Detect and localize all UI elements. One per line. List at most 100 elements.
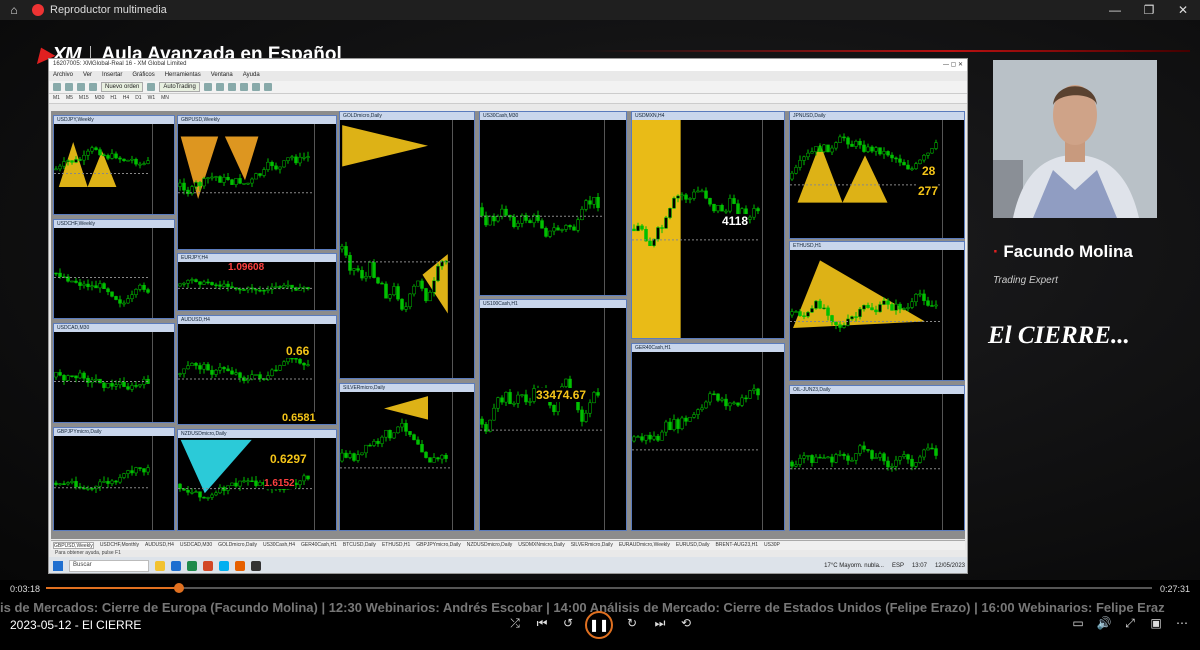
shuffle-icon[interactable]: ⤮ (505, 616, 525, 631)
chart-tab[interactable]: US30Cash,H4 (263, 542, 295, 549)
menu-ayuda[interactable]: Ayuda (243, 72, 260, 80)
menu-ver[interactable]: Ver (83, 72, 92, 80)
tf-m1[interactable]: M1 (53, 95, 60, 102)
explorer-icon[interactable] (155, 561, 165, 571)
menu-insertar[interactable]: Insertar (102, 72, 122, 80)
menu-graficos[interactable]: Gráficos (132, 72, 154, 80)
chart-tab[interactable]: BRENT-AUG23,H1 (716, 542, 759, 549)
seek-bar[interactable] (46, 583, 1152, 593)
chart-window[interactable]: SILVERmicro,Daily (339, 383, 475, 531)
chart-window[interactable]: USDMXN,H4 4118 (631, 111, 785, 339)
autotrading-button[interactable]: AutoTrading (159, 82, 200, 92)
candle-body (748, 216, 752, 220)
chart-window[interactable]: GER40Cash,H1 (631, 343, 785, 531)
bar-chart-icon[interactable] (203, 83, 212, 91)
weather-widget[interactable]: 17°C Mayorm. nubla... (824, 563, 884, 569)
new-order-button[interactable]: Nuevo orden (101, 82, 144, 92)
taskbar-search[interactable]: Buscar (69, 560, 149, 572)
chart-window[interactable]: OIL-JUN23,Daily (789, 385, 965, 531)
chart-window[interactable]: JPNUSD,Daily 28 277 (789, 111, 965, 239)
tf-m5[interactable]: M5 (66, 95, 73, 102)
chart-tab[interactable]: GBPJPYmicro,Daily (416, 542, 460, 549)
chart-window[interactable]: GBPUSD,Weekly (177, 115, 337, 250)
chart-tab[interactable]: EURUSD,Daily (676, 542, 710, 549)
line-chart-icon[interactable] (227, 83, 236, 91)
profiles-icon[interactable] (65, 83, 73, 91)
firefox-icon[interactable] (235, 561, 245, 571)
repeat-icon[interactable]: ⟲ (676, 616, 696, 630)
chart-window[interactable]: NZDUSDmicro,Daily 0.6297 1.6152 (177, 429, 337, 531)
chart-window[interactable]: GBPJPYmicro,Daily (53, 427, 175, 531)
candlestick-plot (178, 439, 312, 502)
candle-chart-icon[interactable] (215, 83, 224, 91)
tf-h1[interactable]: H1 (110, 95, 116, 102)
chart-window[interactable]: ETHUSD,H1 (789, 241, 965, 381)
zoom-out-icon[interactable] (251, 83, 260, 91)
navigator-icon[interactable] (89, 83, 97, 91)
menu-archivo[interactable]: Archivo (53, 72, 73, 80)
tf-m30[interactable]: M30 (95, 95, 105, 102)
chart-tab[interactable]: AUDUSD,H4 (145, 542, 174, 549)
seek-handle[interactable] (173, 583, 184, 593)
cast-icon[interactable]: ▣ (1146, 616, 1166, 630)
language-indicator[interactable]: ESP (892, 563, 904, 569)
tf-h4[interactable]: H4 (123, 95, 129, 102)
clock-time[interactable]: 13:07 (912, 563, 927, 569)
rewind-10-icon[interactable]: ↺ (558, 616, 578, 630)
tile-icon[interactable] (263, 83, 272, 91)
volume-icon[interactable]: 🔊 (1094, 616, 1114, 630)
excel-icon[interactable] (187, 561, 197, 571)
candle-body (282, 160, 286, 168)
chart-window[interactable]: USDJPY,Weekly (53, 115, 175, 215)
tf-d1[interactable]: D1 (135, 95, 141, 102)
tf-m15[interactable]: M15 (79, 95, 89, 102)
chart-window[interactable]: USDCHF,Weekly (53, 219, 175, 319)
home-icon[interactable]: ⌂ (0, 3, 28, 17)
chart-window[interactable]: EURJPY,H4 1.09608 (177, 253, 337, 311)
word-icon[interactable] (171, 561, 181, 571)
video-frame[interactable]: ▶XM Aula Avanzada en Español 16207005: X… (0, 20, 1200, 580)
new-chart-icon[interactable] (53, 83, 61, 91)
clock-date[interactable]: 12/05/2023 (935, 563, 965, 569)
chart-tab[interactable]: GBPUSD,Weekly (53, 542, 94, 549)
chart-window[interactable]: USDCAD,M30 (53, 323, 175, 423)
chart-tab[interactable]: BTCUSD,Daily (343, 542, 376, 549)
chart-window[interactable]: US30Cash,M30 (479, 111, 627, 296)
chart-window[interactable]: US100Cash,H1 33474.67 (479, 299, 627, 531)
market-watch-icon[interactable] (77, 83, 85, 91)
fullscreen-icon[interactable]: ⤢ (1120, 616, 1140, 631)
chart-tab[interactable]: GER40Cash,H1 (301, 542, 337, 549)
chart-tab[interactable]: ETHUSD,H1 (382, 542, 410, 549)
forward-30-icon[interactable]: ↻ (622, 616, 642, 630)
chart-tab[interactable]: EURAUDmicro,Weekly (619, 542, 670, 549)
menu-ventana[interactable]: Ventana (211, 72, 233, 80)
chart-window[interactable]: AUDUSD,H4 0.66 0.6581 (177, 315, 337, 425)
metaeditor-icon[interactable] (147, 83, 156, 91)
maximize-button[interactable]: ❐ (1132, 0, 1166, 20)
next-icon[interactable]: ⏭ (650, 616, 670, 631)
chart-tab[interactable]: USDCAD,M30 (180, 542, 212, 549)
menu-herramientas[interactable]: Herramientas (165, 72, 201, 80)
more-options-icon[interactable]: ⋯ (1172, 616, 1192, 630)
skype-icon[interactable] (219, 561, 229, 571)
mt4-icon[interactable] (251, 561, 261, 571)
tf-mn[interactable]: MN (161, 95, 169, 102)
close-button[interactable]: ✕ (1166, 0, 1200, 20)
chart-tab[interactable]: SILVERmicro,Daily (571, 542, 613, 549)
chart-tab[interactable]: USDMXNmicro,Daily (518, 542, 564, 549)
powerpoint-icon[interactable] (203, 561, 213, 571)
chart-tab[interactable]: USDCHF,Monthly (100, 542, 139, 549)
chart-tab[interactable]: US30P (764, 542, 780, 549)
windows-start-icon[interactable] (53, 561, 63, 571)
miniplayer-icon[interactable]: ▭ (1068, 616, 1088, 630)
tf-w1[interactable]: W1 (148, 95, 156, 102)
minimize-button[interactable]: — (1098, 0, 1132, 20)
chart-tab[interactable]: NZDUSDmicro,Daily (467, 542, 513, 549)
pause-button[interactable]: ❚❚ (585, 611, 613, 639)
candle-body (270, 369, 274, 376)
previous-icon[interactable]: ⏮ (532, 616, 552, 631)
chart-tab[interactable]: GOLDmicro,Daily (218, 542, 257, 549)
chart-window[interactable]: GOLDmicro,Daily (339, 111, 475, 379)
zoom-in-icon[interactable] (239, 83, 248, 91)
candle-body (214, 492, 218, 496)
